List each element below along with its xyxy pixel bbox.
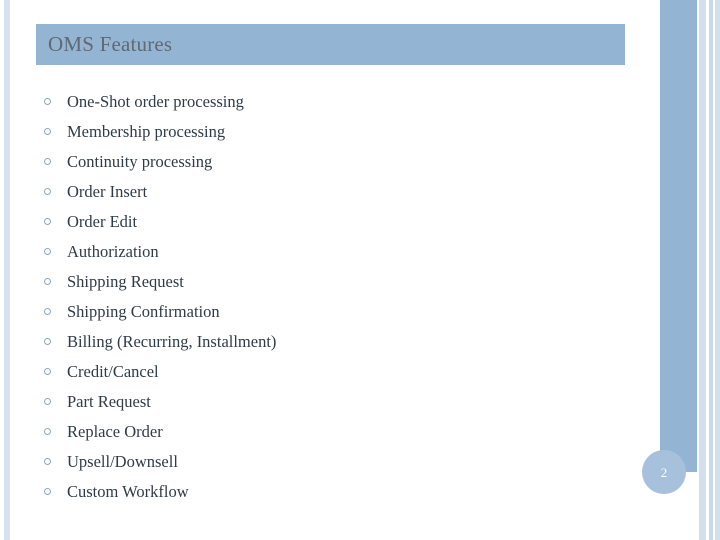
circle-bullet-icon [44, 398, 51, 405]
list-item: Order Edit [40, 207, 620, 237]
circle-bullet-icon [44, 158, 51, 165]
list-item-label: Upsell/Downsell [67, 452, 178, 471]
list-item: Billing (Recurring, Installment) [40, 327, 620, 357]
right-edge-stripe-outer [699, 0, 706, 540]
list-item-label: Part Request [67, 392, 151, 411]
left-edge-stripe [4, 0, 10, 540]
list-item: Continuity processing [40, 147, 620, 177]
list-item-label: Continuity processing [67, 152, 213, 171]
list-item: One-Shot order processing [40, 87, 620, 117]
right-edge-stripe-middle [709, 0, 713, 540]
circle-bullet-icon [44, 488, 51, 495]
right-edge-stripe-inner [715, 0, 720, 540]
circle-bullet-icon [44, 338, 51, 345]
list-item: Order Insert [40, 177, 620, 207]
circle-bullet-icon [44, 128, 51, 135]
circle-bullet-icon [44, 308, 51, 315]
list-item: Part Request [40, 387, 620, 417]
list-item: Shipping Request [40, 267, 620, 297]
list-item: Membership processing [40, 117, 620, 147]
circle-bullet-icon [44, 458, 51, 465]
list-item-label: Membership processing [67, 122, 226, 141]
list-item: Custom Workflow [40, 477, 620, 507]
page-title: OMS Features [48, 32, 173, 56]
circle-bullet-icon [44, 98, 51, 105]
list-item-label: Credit/Cancel [67, 362, 159, 381]
list-item: Upsell/Downsell [40, 447, 620, 477]
circle-bullet-icon [44, 278, 51, 285]
list-item-label: Billing (Recurring, Installment) [67, 332, 277, 351]
circle-bullet-icon [44, 368, 51, 375]
page-number-badge: 2 [642, 450, 686, 494]
list-item-label: One-Shot order processing [67, 92, 244, 111]
slide-title-bar: OMS Features [36, 24, 625, 65]
list-item-label: Shipping Confirmation [67, 302, 220, 321]
circle-bullet-icon [44, 428, 51, 435]
list-item: Credit/Cancel [40, 357, 620, 387]
list-item-label: Order Edit [67, 212, 138, 231]
list-item: Shipping Confirmation [40, 297, 620, 327]
circle-bullet-icon [44, 188, 51, 195]
slide-canvas: OMS Features One-Shot order processing M… [0, 0, 720, 540]
list-item-label: Authorization [67, 242, 159, 261]
list-item-label: Replace Order [67, 422, 163, 441]
list-item: Replace Order [40, 417, 620, 447]
right-accent-bar [660, 0, 697, 472]
circle-bullet-icon [44, 248, 51, 255]
list-item: Authorization [40, 237, 620, 267]
page-number-label: 2 [660, 464, 668, 480]
circle-bullet-icon [44, 218, 51, 225]
feature-bullet-list: One-Shot order processing Membership pro… [40, 87, 620, 507]
list-item-label: Shipping Request [67, 272, 184, 291]
list-item-label: Custom Workflow [67, 482, 189, 501]
list-item-label: Order Insert [67, 182, 148, 201]
